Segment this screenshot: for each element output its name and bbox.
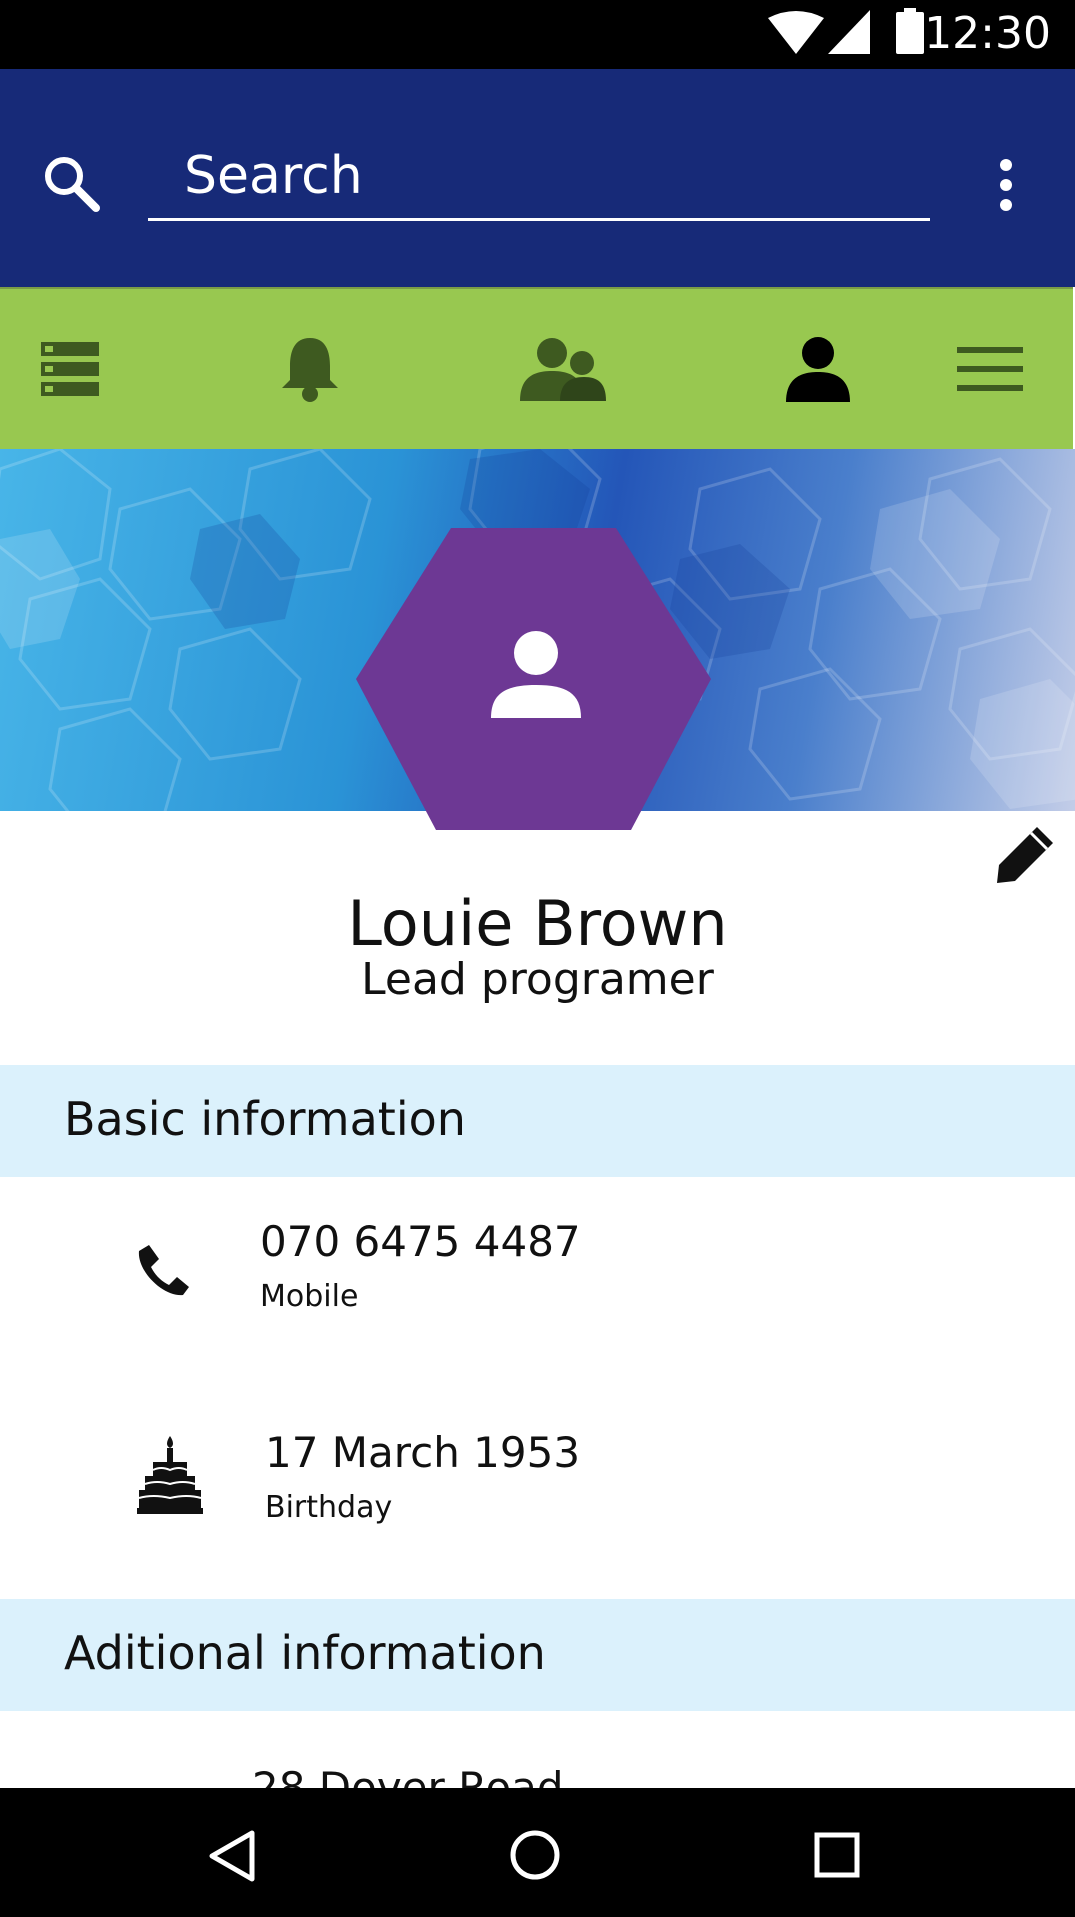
person-icon <box>786 337 850 402</box>
address-row[interactable]: 28 Dover Road <box>0 1711 1075 1788</box>
group-icon <box>520 338 606 401</box>
section-header-label: Basic information <box>64 1092 466 1146</box>
profile-job-title: Lead programer <box>361 954 714 1005</box>
phone-label: Mobile <box>260 1279 359 1314</box>
phone-number: 070 6475 4487 <box>260 1217 581 1266</box>
recents-icon[interactable] <box>814 1832 860 1878</box>
wifi-icon <box>768 11 824 54</box>
nav-item-menu[interactable] <box>940 289 1040 449</box>
search-input[interactable]: Search <box>148 138 930 221</box>
avatar[interactable] <box>356 528 711 830</box>
search-placeholder: Search <box>184 146 363 206</box>
birthday-label: Birthday <box>265 1490 393 1525</box>
signal-icon <box>828 10 870 54</box>
back-icon[interactable] <box>208 1830 256 1882</box>
menu-icon <box>957 347 1023 391</box>
nav-bar <box>0 287 1073 451</box>
search-icon[interactable] <box>42 154 100 212</box>
phone-row[interactable]: 070 6475 4487 Mobile <box>0 1177 1075 1387</box>
list-icon <box>41 342 99 396</box>
address-value: 28 Dover Road <box>252 1763 564 1788</box>
nav-item-notifications[interactable] <box>260 289 360 449</box>
battery-icon <box>896 8 924 54</box>
home-icon[interactable] <box>508 1828 562 1882</box>
status-time: 12:30 <box>924 8 1051 59</box>
section-header-additional: Aditional information <box>0 1599 1075 1711</box>
edit-pencil-icon[interactable] <box>995 825 1055 885</box>
birthday-date: 17 March 1953 <box>265 1428 581 1477</box>
section-header-basic: Basic information <box>0 1065 1075 1177</box>
birthday-cake-icon <box>137 1436 203 1514</box>
phone-icon <box>138 1245 189 1296</box>
bell-icon <box>282 338 338 402</box>
system-nav-bar <box>0 1788 1075 1917</box>
status-bar: 12:30 <box>0 0 1075 69</box>
nav-item-profile[interactable] <box>768 289 868 449</box>
nav-item-groups[interactable] <box>512 289 612 449</box>
more-vert-icon[interactable] <box>996 157 1016 213</box>
nav-item-list[interactable] <box>20 289 120 449</box>
section-header-label: Aditional information <box>64 1626 546 1680</box>
birthday-row[interactable]: 17 March 1953 Birthday <box>0 1410 1075 1600</box>
